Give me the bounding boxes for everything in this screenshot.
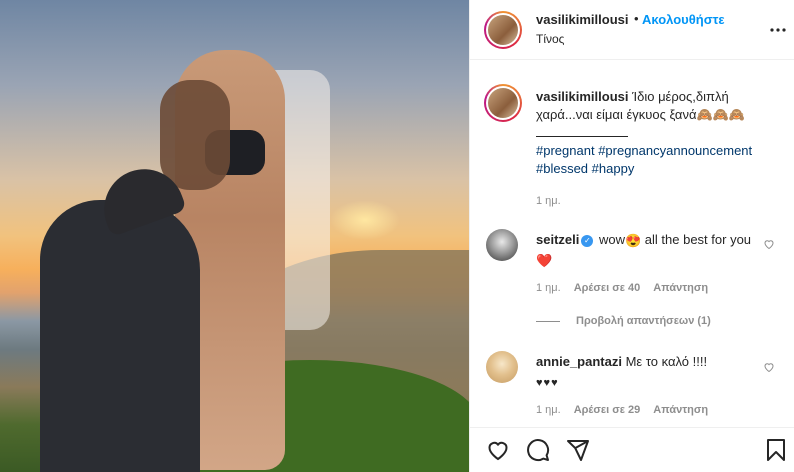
reply-button[interactable]: Απάντηση (653, 404, 708, 416)
comment-timestamp[interactable]: 1 ημ. (536, 282, 561, 294)
comment-icon[interactable] (526, 438, 550, 462)
comment-likes[interactable]: Αρέσει σε 40 (574, 282, 641, 294)
author-avatar[interactable] (484, 11, 522, 49)
comment-meta: 1 ημ. Αρέσει σε 29 Απάντηση (536, 404, 721, 416)
hearts-emoji: ♥♥♥ (536, 377, 559, 389)
replies-line (536, 320, 560, 322)
bookmark-icon[interactable] (764, 438, 788, 462)
sunset-glow (330, 200, 400, 240)
commenter-avatar[interactable] (486, 351, 518, 383)
view-replies-label: Προβολή απαντήσεων (1) (576, 315, 711, 327)
hashtags: #pregnant #pregnancyannouncement #blesse… (536, 142, 786, 178)
comment-like-heart-icon[interactable] (763, 238, 775, 250)
hashtag-happy[interactable]: #happy (592, 161, 635, 176)
comment: seitzeli ✓ wow😍 all the best for you ❤️ (536, 230, 762, 271)
caption: vasilikimillousi Ίδιο μέρος,διπλή χαρά..… (536, 88, 786, 124)
hashtag-blessed[interactable]: #blessed (536, 161, 588, 176)
commenter-avatar[interactable] (486, 229, 518, 261)
caption-username[interactable]: vasilikimillousi (536, 89, 629, 104)
more-options-icon[interactable] (770, 22, 786, 38)
child-figure (160, 80, 230, 190)
post-side-panel: vasilikimillousi • Ακολουθήστε Τίνος vas… (470, 0, 794, 472)
caption-avatar[interactable] (484, 84, 522, 122)
hashtag-pregnancyannouncement[interactable]: #pregnancyannouncement (598, 143, 752, 158)
red-heart-emoji: ❤️ (536, 253, 553, 269)
action-bar (470, 427, 794, 472)
comment: annie_pantazi Με το καλό !!!! ♥♥♥ (536, 352, 762, 393)
verified-badge-icon: ✓ (581, 234, 594, 247)
caption-underline (536, 136, 628, 137)
caption-timestamp[interactable]: 1 ημ. (536, 195, 561, 207)
man-figure (40, 200, 200, 472)
comment-timestamp[interactable]: 1 ημ. (536, 404, 561, 416)
comment-username[interactable]: seitzeli (536, 232, 579, 247)
hashtag-pregnant[interactable]: #pregnant (536, 143, 595, 158)
heart-eyes-emoji: 😍 (625, 232, 642, 248)
follow-button[interactable]: Ακολουθήστε (642, 12, 725, 27)
comment-likes[interactable]: Αρέσει σε 29 (574, 404, 641, 416)
comment-text: wow (598, 232, 625, 247)
monkey-emoji: 🙈🙈🙈 (696, 107, 746, 122)
comment-username[interactable]: annie_pantazi (536, 354, 622, 369)
share-icon[interactable] (566, 438, 590, 462)
author-username[interactable]: vasilikimillousi (536, 12, 629, 27)
post-header: vasilikimillousi • Ακολουθήστε Τίνος (470, 0, 794, 60)
separator-dot: • (634, 11, 639, 26)
comment-text: Με το καλό !!!! (621, 354, 708, 369)
location-link[interactable]: Τίνος (536, 32, 564, 46)
reply-button[interactable]: Απάντηση (653, 282, 708, 294)
comment-like-heart-icon[interactable] (763, 361, 775, 373)
view-replies-button[interactable]: Προβολή απαντήσεων (1) (536, 315, 711, 327)
post-photo[interactable] (0, 0, 469, 472)
comment-meta: 1 ημ. Αρέσει σε 40 Απάντηση (536, 282, 721, 294)
comment-text-cont: all the best for you (641, 232, 752, 247)
heart-icon[interactable] (486, 438, 510, 462)
